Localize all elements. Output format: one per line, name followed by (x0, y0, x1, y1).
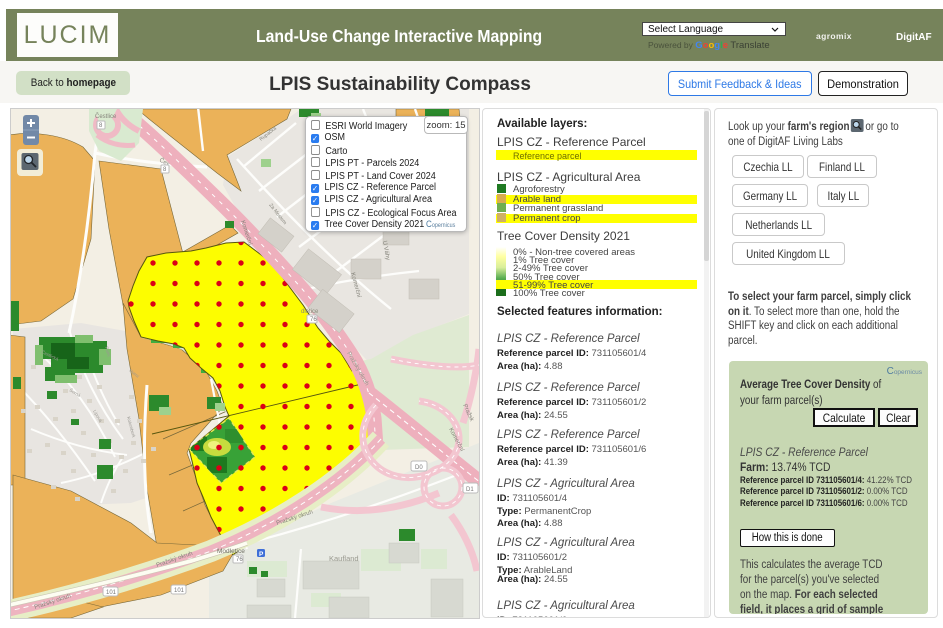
svg-text:dletice: dletice (301, 309, 319, 315)
svg-text:Modletice: Modletice (217, 548, 245, 555)
svg-text:101: 101 (174, 588, 185, 594)
svg-text:76: 76 (236, 557, 243, 563)
svg-text:D1: D1 (466, 487, 474, 493)
svg-text:101: 101 (106, 590, 117, 596)
svg-text:76: 76 (310, 317, 317, 323)
svg-text:D0: D0 (415, 465, 423, 471)
svg-text:Čestlice: Čestlice (95, 113, 117, 120)
svg-text:P: P (259, 551, 264, 558)
svg-text:Kaufland: Kaufland (329, 554, 359, 563)
